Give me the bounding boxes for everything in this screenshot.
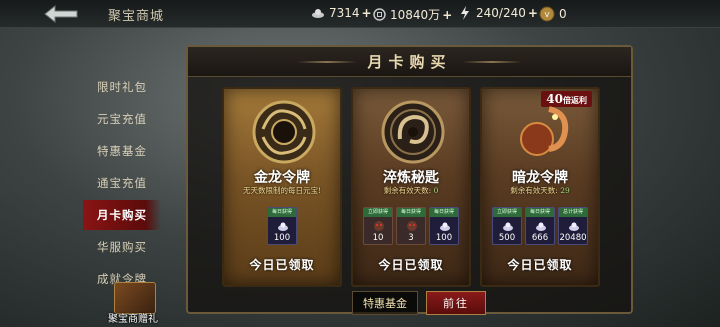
golden-dragon-emblem-icon bbox=[252, 100, 316, 164]
reward-item: 每日获得 100 bbox=[267, 207, 297, 245]
gift-pack-button[interactable]: 聚宝商赠礼 bbox=[108, 280, 164, 326]
energy-count: 240/240 bbox=[476, 6, 526, 20]
reward-tag: 每日获得 bbox=[430, 208, 458, 217]
vip-count: 0 bbox=[559, 7, 567, 21]
reward-item: 立即获得 10 bbox=[363, 207, 393, 245]
reward-amount: 100 bbox=[273, 233, 291, 243]
mask-icon bbox=[374, 221, 384, 231]
energy-resource[interactable]: 240/240 + bbox=[458, 6, 538, 20]
card-name: 金龙令牌 bbox=[254, 170, 310, 186]
gift-pack-label: 聚宝商赠礼 bbox=[108, 314, 158, 325]
sidebar-item-label: 月卡购买 bbox=[97, 208, 147, 222]
ingot-icon bbox=[311, 6, 325, 20]
back-button[interactable] bbox=[42, 2, 82, 26]
go-button[interactable]: 前往 bbox=[426, 291, 486, 315]
panel-header: 月卡购买 bbox=[188, 47, 631, 77]
card-subtitle: 剩余有效天数: 29 bbox=[482, 185, 598, 196]
remaining-days-label: 剩余有效天数: bbox=[510, 186, 558, 195]
mask-icon bbox=[407, 221, 417, 231]
ingot-icon bbox=[278, 222, 288, 231]
ingot-icon bbox=[569, 222, 579, 231]
card-golden-dragon[interactable]: 金龙令牌 无天数限制的每日元宝! 每日获得 100 今日已领取 bbox=[222, 87, 342, 287]
ingot-plus-icon[interactable]: + bbox=[362, 6, 372, 20]
header-ornament bbox=[461, 60, 522, 63]
reward-amount: 20480 bbox=[559, 233, 587, 243]
dark-dragon-emblem-icon bbox=[520, 106, 569, 156]
reward-amount: 666 bbox=[531, 233, 549, 243]
remaining-days-label: 剩余有效天数: bbox=[383, 186, 432, 195]
reward-item: 每日获得 100 bbox=[429, 207, 459, 245]
svg-text:V: V bbox=[545, 11, 550, 19]
card-name: 暗龙令牌 bbox=[512, 170, 568, 186]
card-refining-key[interactable]: 淬炼秘匙 剩余有效天数: 0 立即获得 10 每日获得 3 每日获得 100 今… bbox=[351, 87, 471, 287]
reward-tag: 每日获得 bbox=[526, 208, 554, 217]
sidebar-item-ingot-recharge[interactable]: 元宝充值 bbox=[83, 104, 161, 134]
coin-resource[interactable]: 10840万 + bbox=[372, 6, 452, 23]
reward-item: 每日获得 666 bbox=[525, 207, 555, 245]
energy-icon bbox=[458, 6, 472, 20]
energy-plus-icon[interactable]: + bbox=[528, 6, 538, 20]
top-bar: 聚宝商城 7314 + 10840万 + 240/240 + V 0 bbox=[0, 0, 720, 28]
reward-tag: 总计获得 bbox=[559, 208, 587, 217]
coin-plus-icon[interactable]: + bbox=[442, 8, 452, 22]
panel-title: 月卡购买 bbox=[367, 53, 452, 71]
ingot-icon bbox=[503, 222, 513, 231]
reward-item: 立即获得 500 bbox=[492, 207, 522, 245]
vip-icon: V bbox=[539, 6, 555, 22]
page-title: 聚宝商城 bbox=[108, 9, 165, 24]
claim-status: 今日已领取 bbox=[249, 258, 315, 272]
monthly-card-panel: 月卡购买 金龙令牌 无天数限制的每日元宝! 每日获得 100 今日已领取 淬炼秘… bbox=[186, 45, 633, 314]
sidebar-item-label: 通宝充值 bbox=[97, 176, 147, 190]
header-ornament bbox=[297, 60, 358, 63]
reward-tag: 每日获得 bbox=[397, 208, 425, 217]
coin-count: 10840万 bbox=[390, 8, 441, 22]
refining-key-emblem-icon bbox=[381, 100, 445, 164]
sidebar-item-label: 华服购买 bbox=[97, 240, 147, 254]
reward-amount: 3 bbox=[408, 233, 414, 243]
sidebar-item-monthly-card[interactable]: 月卡购买 bbox=[83, 200, 161, 230]
reward-tag: 立即获得 bbox=[493, 208, 521, 217]
reward-item: 每日获得 3 bbox=[396, 207, 426, 245]
remaining-days-value: 0 bbox=[433, 186, 439, 195]
special-fund-label: 特惠基金 bbox=[352, 291, 418, 315]
coin-icon bbox=[372, 8, 386, 22]
sidebar-item-label: 特惠基金 bbox=[97, 144, 147, 158]
reward-list: 立即获得 10 每日获得 3 每日获得 100 bbox=[353, 207, 469, 245]
sidebar: 限时礼包 元宝充值 特惠基金 通宝充值 月卡购买 华服购买 成就令牌 bbox=[83, 72, 161, 296]
reward-amount: 100 bbox=[435, 233, 453, 243]
ingot-icon bbox=[440, 222, 450, 231]
reward-amount: 10 bbox=[372, 233, 384, 243]
card-subtitle: 剩余有效天数: 0 bbox=[353, 185, 469, 196]
reward-item: 总计获得 20480 bbox=[558, 207, 588, 245]
reward-list: 每日获得 100 bbox=[224, 207, 340, 245]
reward-tag: 每日获得 bbox=[268, 208, 296, 217]
sidebar-item-label: 元宝充值 bbox=[97, 112, 147, 126]
vip-resource[interactable]: V 0 bbox=[539, 6, 567, 22]
reward-list: 立即获得 500 每日获得 666 总计获得 20480 bbox=[482, 207, 598, 245]
sidebar-item-costume-purchase[interactable]: 华服购买 bbox=[83, 232, 161, 262]
sidebar-item-limited-gift[interactable]: 限时礼包 bbox=[83, 72, 161, 102]
card-dark-dragon[interactable]: 40倍返利 暗龙令牌 剩余有效天数: 29 立即获得 500 每日获得 666 … bbox=[480, 87, 600, 287]
remaining-days-value: 29 bbox=[560, 186, 570, 195]
sidebar-item-special-fund[interactable]: 特惠基金 bbox=[83, 136, 161, 166]
fund-footer: 特惠基金 前往 bbox=[352, 291, 486, 315]
reward-tag: 立即获得 bbox=[364, 208, 392, 217]
ingot-icon bbox=[536, 222, 546, 231]
ingot-count: 7314 bbox=[329, 6, 360, 20]
sidebar-item-tongbao-recharge[interactable]: 通宝充值 bbox=[83, 168, 161, 198]
card-subtitle: 无天数限制的每日元宝! bbox=[242, 186, 321, 195]
claim-status: 今日已领取 bbox=[507, 258, 573, 272]
reward-amount: 500 bbox=[498, 233, 516, 243]
ingot-resource[interactable]: 7314 + bbox=[311, 6, 372, 20]
claim-status: 今日已领取 bbox=[378, 258, 444, 272]
card-name: 淬炼秘匙 bbox=[383, 170, 439, 186]
back-arrow-icon bbox=[44, 4, 78, 24]
sidebar-item-label: 限时礼包 bbox=[97, 80, 147, 94]
